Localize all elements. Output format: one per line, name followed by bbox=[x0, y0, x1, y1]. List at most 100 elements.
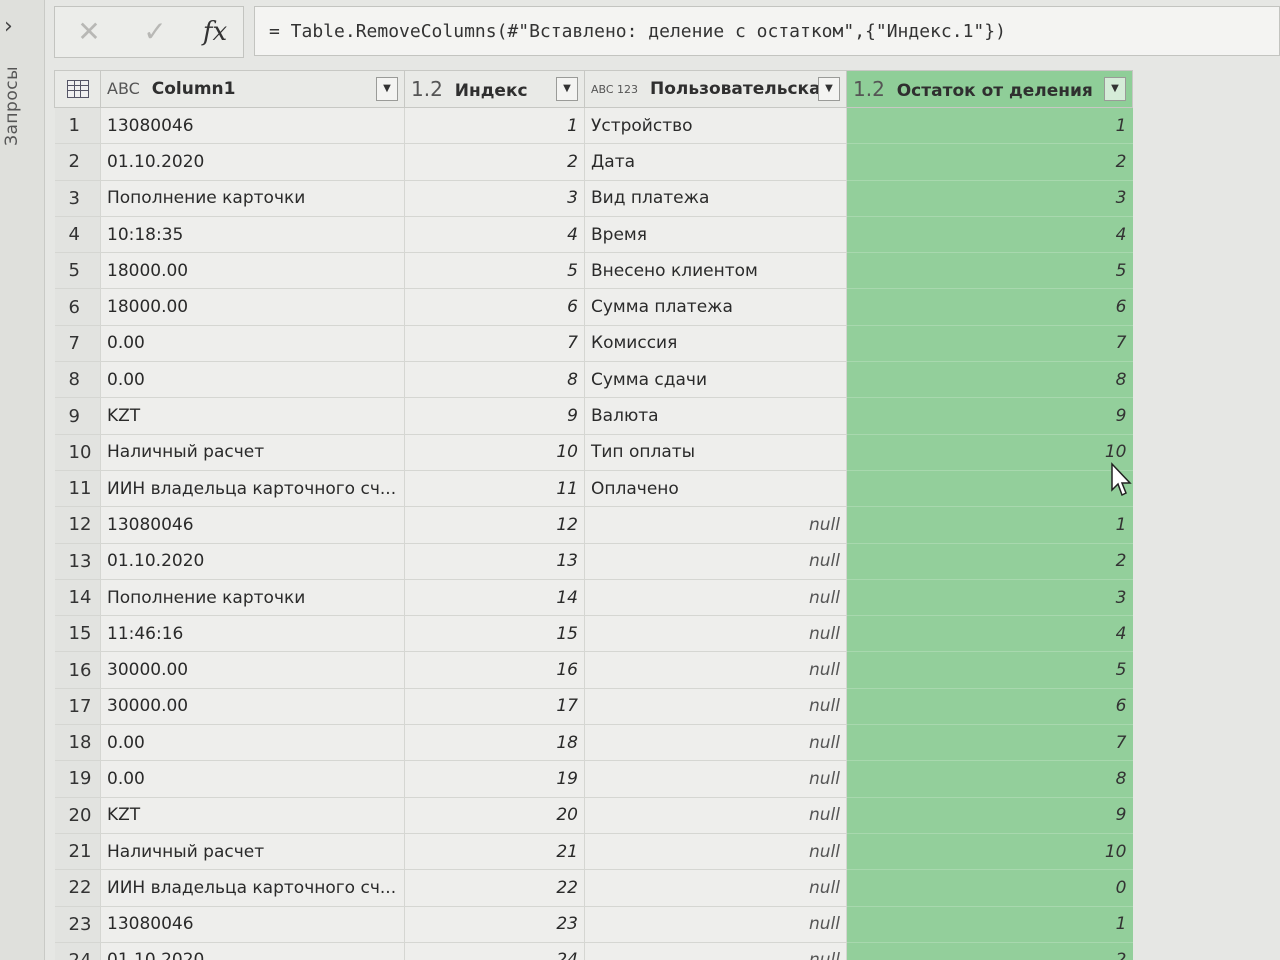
cell-custom[interactable]: null bbox=[584, 906, 847, 943]
row-number[interactable]: 2 bbox=[54, 143, 101, 181]
cell-custom[interactable]: null bbox=[584, 724, 847, 762]
cell-remainder[interactable]: 6 bbox=[846, 288, 1133, 326]
table-row[interactable]: 21 Наличный расчет 21 null 10 bbox=[54, 833, 1133, 871]
table-row[interactable]: 7 0.00 7 Комиссия 7 bbox=[54, 325, 1133, 363]
cell-custom[interactable]: null bbox=[584, 942, 847, 960]
cell-remainder[interactable]: 8 bbox=[846, 760, 1133, 798]
cell-index[interactable]: 11 bbox=[404, 470, 585, 508]
cell-remainder[interactable]: 7 bbox=[846, 325, 1133, 363]
cell-custom[interactable]: null bbox=[584, 688, 847, 726]
row-number[interactable]: 5 bbox=[54, 252, 101, 290]
cell-custom[interactable]: null bbox=[584, 651, 847, 689]
table-row[interactable]: 11 ИИН владельца карточного сч... 11 Оплаче… bbox=[54, 470, 1133, 508]
cell-index[interactable]: 9 bbox=[404, 397, 585, 435]
cell-column1[interactable]: 01.10.2020 bbox=[100, 942, 405, 960]
cell-remainder[interactable]: 3 bbox=[846, 579, 1133, 617]
cell-custom[interactable]: null bbox=[584, 543, 847, 580]
cell-index[interactable]: 6 bbox=[404, 288, 585, 326]
cell-remainder[interactable]: 1 bbox=[846, 506, 1133, 544]
cell-custom[interactable]: Устройство bbox=[584, 107, 847, 145]
queries-pane[interactable]: › Запросы bbox=[0, 0, 45, 960]
cell-remainder[interactable]: 0 bbox=[846, 869, 1133, 907]
cell-remainder[interactable]: 4 bbox=[846, 216, 1133, 254]
cell-index[interactable]: 7 bbox=[404, 325, 585, 363]
row-number[interactable]: 10 bbox=[54, 434, 101, 471]
expand-queries-icon[interactable]: › bbox=[4, 14, 13, 39]
row-number[interactable]: 19 bbox=[54, 760, 101, 798]
cell-custom[interactable]: Дата bbox=[584, 143, 847, 181]
cell-remainder[interactable] bbox=[846, 470, 1133, 508]
cell-column1[interactable]: ИИН владельца карточного сч... bbox=[100, 869, 405, 907]
cell-custom[interactable]: Сумма платежа bbox=[584, 288, 847, 326]
table-row[interactable]: 2 01.10.2020 2 Дата 2 bbox=[54, 143, 1133, 181]
row-number[interactable]: 13 bbox=[54, 543, 101, 580]
table-row[interactable]: 13 01.10.2020 13 null 2 bbox=[54, 543, 1133, 580]
cell-custom[interactable]: null bbox=[584, 833, 847, 871]
cell-column1[interactable]: Пополнение карточки bbox=[100, 180, 405, 217]
cell-index[interactable]: 16 bbox=[404, 651, 585, 689]
cell-index[interactable]: 13 bbox=[404, 543, 585, 580]
cell-custom[interactable]: Сумма сдачи bbox=[584, 361, 847, 399]
text-type-icon[interactable]: ABC bbox=[107, 79, 140, 98]
cell-custom[interactable]: null bbox=[584, 579, 847, 617]
cell-remainder[interactable]: 6 bbox=[846, 688, 1133, 726]
cell-remainder[interactable]: 10 bbox=[846, 833, 1133, 871]
row-number[interactable]: 4 bbox=[54, 216, 101, 254]
table-row[interactable]: 8 0.00 8 Сумма сдачи 8 bbox=[54, 361, 1133, 399]
filter-dropdown-icon[interactable]: ▼ bbox=[376, 77, 398, 101]
cell-index[interactable]: 2 bbox=[404, 143, 585, 181]
row-number[interactable]: 22 bbox=[54, 869, 101, 907]
cell-column1[interactable]: 0.00 bbox=[100, 724, 405, 762]
cell-remainder[interactable]: 8 bbox=[846, 361, 1133, 399]
table-row[interactable]: 23 13080046 23 null 1 bbox=[54, 906, 1133, 943]
cell-column1[interactable]: 13080046 bbox=[100, 506, 405, 544]
table-row[interactable]: 6 18000.00 6 Сумма платежа 6 bbox=[54, 288, 1133, 326]
table-row[interactable]: 20 KZT 20 null 9 bbox=[54, 797, 1133, 834]
table-row[interactable]: 18 0.00 18 null 7 bbox=[54, 724, 1133, 762]
cell-index[interactable]: 17 bbox=[404, 688, 585, 726]
cell-remainder[interactable]: 9 bbox=[846, 397, 1133, 435]
cell-index[interactable]: 10 bbox=[404, 434, 585, 471]
cell-index[interactable]: 18 bbox=[404, 724, 585, 762]
cell-index[interactable]: 22 bbox=[404, 869, 585, 907]
row-number[interactable]: 3 bbox=[54, 180, 101, 217]
cell-column1[interactable]: 13080046 bbox=[100, 906, 405, 943]
cell-index[interactable]: 5 bbox=[404, 252, 585, 290]
cell-column1[interactable]: 01.10.2020 bbox=[100, 143, 405, 181]
cell-remainder[interactable]: 2 bbox=[846, 143, 1133, 181]
table-row[interactable]: 14 Пополнение карточки 14 null 3 bbox=[54, 579, 1133, 617]
cell-index[interactable]: 23 bbox=[404, 906, 585, 943]
cell-index[interactable]: 3 bbox=[404, 180, 585, 217]
cell-index[interactable]: 4 bbox=[404, 216, 585, 254]
row-number[interactable]: 23 bbox=[54, 906, 101, 943]
cell-custom[interactable]: Комиссия bbox=[584, 325, 847, 363]
cell-column1[interactable]: 13080046 bbox=[100, 107, 405, 145]
row-number[interactable]: 15 bbox=[54, 615, 101, 653]
cell-custom[interactable]: Оплачено bbox=[584, 470, 847, 508]
cell-remainder[interactable]: 2 bbox=[846, 942, 1133, 960]
cell-custom[interactable]: Вид платежа bbox=[584, 180, 847, 217]
row-number[interactable]: 9 bbox=[54, 397, 101, 435]
cell-column1[interactable]: 0.00 bbox=[100, 361, 405, 399]
cell-custom[interactable]: null bbox=[584, 506, 847, 544]
cell-remainder[interactable]: 5 bbox=[846, 651, 1133, 689]
table-menu-button[interactable] bbox=[54, 70, 101, 108]
cell-column1[interactable]: 01.10.2020 bbox=[100, 543, 405, 580]
cancel-formula-icon[interactable]: ✕ bbox=[69, 15, 109, 49]
table-row[interactable]: 15 11:46:16 15 null 4 bbox=[54, 615, 1133, 653]
cell-column1[interactable]: 18000.00 bbox=[100, 252, 405, 290]
filter-dropdown-icon[interactable]: ▼ bbox=[818, 77, 840, 101]
table-row[interactable]: 9 KZT 9 Валюта 9 bbox=[54, 397, 1133, 435]
row-number[interactable]: 7 bbox=[54, 325, 101, 363]
cell-column1[interactable]: 11:46:16 bbox=[100, 615, 405, 653]
decimal-type-icon[interactable]: 1.2 bbox=[853, 77, 885, 101]
decimal-type-icon[interactable]: 1.2 bbox=[411, 77, 443, 101]
cell-column1[interactable]: 0.00 bbox=[100, 325, 405, 363]
cell-column1[interactable]: Пополнение карточки bbox=[100, 579, 405, 617]
cell-column1[interactable]: Наличный расчет bbox=[100, 434, 405, 471]
cell-custom[interactable]: null bbox=[584, 869, 847, 907]
row-number[interactable]: 12 bbox=[54, 506, 101, 544]
cell-remainder[interactable]: 9 bbox=[846, 797, 1133, 834]
table-row[interactable]: 10 Наличный расчет 10 Тип оплаты 10 bbox=[54, 434, 1133, 471]
cell-column1[interactable]: KZT bbox=[100, 397, 405, 435]
